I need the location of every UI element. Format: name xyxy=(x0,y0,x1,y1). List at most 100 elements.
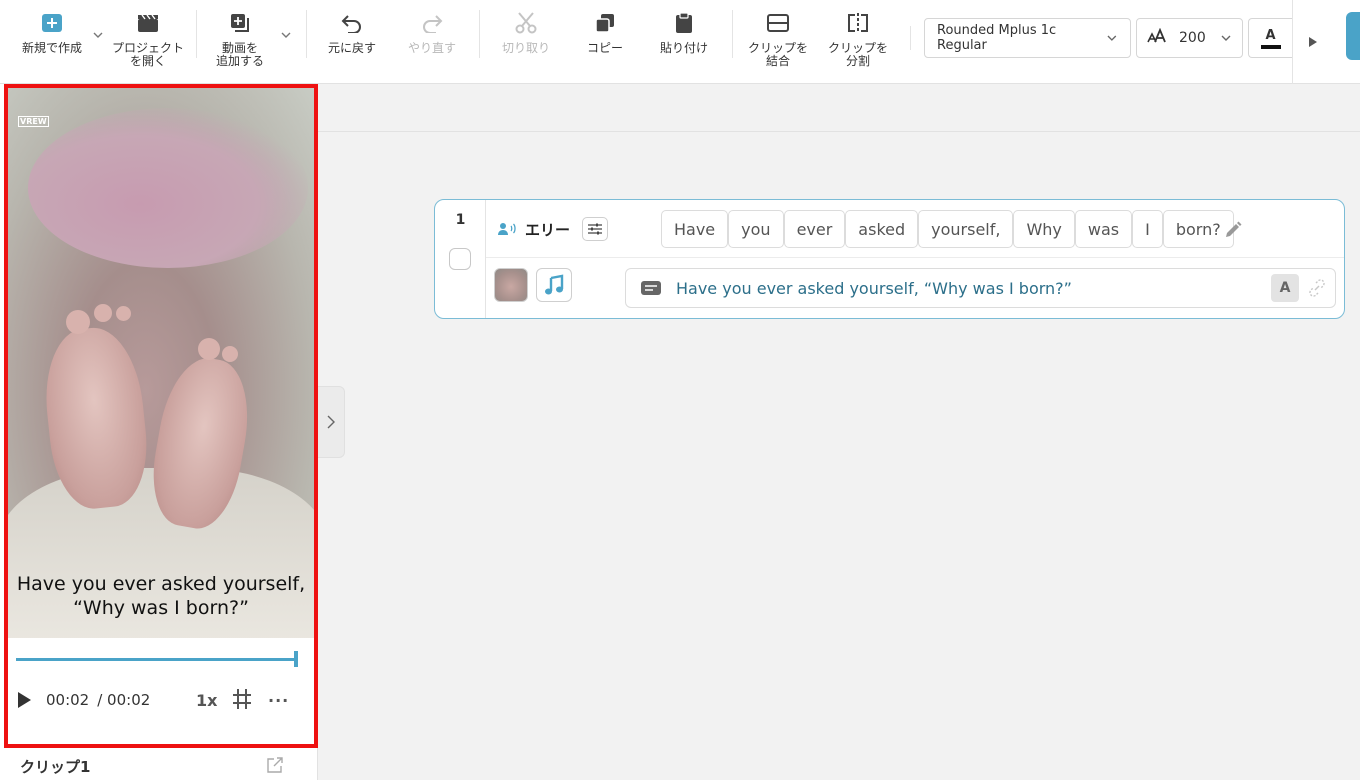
preview-panel: VREW Have you ever asked yourself, “Why … xyxy=(0,84,318,780)
subtitle-style-button[interactable]: A xyxy=(1271,274,1299,302)
undo-label: 元に戻す xyxy=(328,41,377,55)
export-button[interactable] xyxy=(1346,12,1360,60)
copy-button[interactable]: コピー xyxy=(587,10,623,55)
clip-card[interactable]: 1 エリー Have you ever asked yourself, Why … xyxy=(434,199,1345,319)
clip-thumbnail[interactable] xyxy=(494,268,528,302)
new-project-label: 新規で作成 xyxy=(22,41,83,55)
timeline-divider xyxy=(318,131,1360,132)
video-scene-toe xyxy=(222,346,238,362)
split-clip-button[interactable]: クリップを 分割 xyxy=(828,10,888,68)
clip-select-checkbox[interactable] xyxy=(449,248,471,270)
toolbar-divider xyxy=(196,10,197,58)
font-size-icon xyxy=(1147,27,1167,48)
current-time: 00:02 xyxy=(46,691,90,709)
merge-label-2: 結合 xyxy=(766,54,791,68)
new-project-button[interactable]: 新規で作成 xyxy=(22,10,82,55)
split-label-2: 分割 xyxy=(846,54,871,68)
clip-number: 1 xyxy=(455,212,466,228)
clip-index-column: 1 xyxy=(435,200,486,318)
playback-progress-bar[interactable] xyxy=(16,658,298,661)
cut-button[interactable]: 切り取り xyxy=(502,10,550,55)
toolbar-divider xyxy=(306,10,307,58)
total-time: / 00:02 xyxy=(97,691,151,709)
undo-button[interactable]: 元に戻す xyxy=(328,10,376,55)
paste-button[interactable]: 貼り付け xyxy=(660,10,708,55)
merge-clip-button[interactable]: クリップを 結合 xyxy=(748,10,808,68)
copy-label: コピー xyxy=(587,41,624,55)
redo-button[interactable]: やり直す xyxy=(408,10,456,55)
video-preview[interactable]: VREW Have you ever asked yourself, “Why … xyxy=(8,88,314,638)
add-video-button[interactable]: 動画を 追加する xyxy=(216,10,264,68)
word-chip[interactable]: you xyxy=(728,210,784,248)
chevron-down-icon xyxy=(1107,35,1117,41)
speaker-name: エリー xyxy=(525,220,571,239)
external-link-icon[interactable] xyxy=(266,756,284,774)
playback-controls: 00:02 / 00:02 1x ··· xyxy=(16,688,306,712)
voice-settings-button[interactable] xyxy=(582,217,609,241)
word-chip[interactable]: ever xyxy=(783,210,846,248)
toolbar-divider xyxy=(479,10,480,58)
undo-icon xyxy=(339,10,365,36)
font-size-value: 200 xyxy=(1179,30,1206,46)
play-icon[interactable] xyxy=(16,691,32,709)
chevron-right-icon xyxy=(327,415,335,429)
video-subtitle: Have you ever asked yourself, “Why was I… xyxy=(8,572,314,620)
music-button[interactable] xyxy=(536,268,572,302)
redo-icon xyxy=(419,10,445,36)
paste-label: 貼り付け xyxy=(660,41,709,55)
video-scene-hat xyxy=(28,108,308,268)
toolbar-divider xyxy=(732,10,733,58)
playback-speed-button[interactable]: 1x xyxy=(196,691,217,710)
font-family-select[interactable]: Rounded Mplus 1c Regular xyxy=(924,18,1131,58)
split-icon xyxy=(845,10,871,36)
vrew-watermark: VREW xyxy=(18,116,49,127)
grid-icon[interactable] xyxy=(232,688,252,710)
text-color-button[interactable]: A xyxy=(1248,18,1292,58)
merge-icon xyxy=(765,10,791,36)
video-subtitle-line1: Have you ever asked yourself, xyxy=(16,573,306,595)
video-scene-toe xyxy=(116,306,131,321)
word-chip[interactable]: Have xyxy=(661,210,729,248)
chevron-down-icon[interactable] xyxy=(92,30,104,40)
more-options-button[interactable]: ··· xyxy=(268,691,289,710)
video-scene-toe xyxy=(94,304,112,322)
font-size-select[interactable]: 200 xyxy=(1136,18,1243,58)
speaker-selector[interactable]: エリー xyxy=(497,216,609,242)
subtitle-icon xyxy=(641,281,661,295)
word-chip[interactable]: yourself, xyxy=(918,210,1014,248)
add-media-icon xyxy=(227,10,253,36)
link-icon[interactable] xyxy=(1307,278,1327,298)
clip-row-divider xyxy=(486,257,1344,258)
clapperboard-icon xyxy=(135,10,161,36)
toolbar-divider xyxy=(910,26,911,50)
open-project-button[interactable]: プロジェクト を開く xyxy=(112,10,184,68)
collapse-panel-button[interactable] xyxy=(318,386,345,458)
word-chip[interactable]: was xyxy=(1074,210,1133,248)
word-chip[interactable]: asked xyxy=(845,210,919,248)
clipboard-icon xyxy=(671,10,697,36)
clip-title: クリップ1 xyxy=(20,758,91,776)
word-chip[interactable]: Why xyxy=(1013,210,1075,248)
pencil-icon[interactable] xyxy=(1223,220,1243,240)
redo-label: やり直す xyxy=(408,41,457,55)
word-chips: Have you ever asked yourself, Why was I … xyxy=(661,210,1234,248)
cut-label: 切り取り xyxy=(502,41,551,55)
text-color-swatch xyxy=(1260,44,1281,49)
text-color-letter: A xyxy=(1265,27,1276,43)
open-project-label-2: を開く xyxy=(130,54,167,68)
chevron-down-icon[interactable] xyxy=(280,30,292,40)
sliders-icon xyxy=(588,223,603,235)
font-family-value: Rounded Mplus 1c Regular xyxy=(937,23,1057,53)
subtitle-text: Have you ever asked yourself, “Why was I… xyxy=(676,278,1072,298)
playback-progress-handle[interactable] xyxy=(294,651,298,667)
video-subtitle-line2: “Why was I born?” xyxy=(73,597,249,619)
word-chip[interactable]: I xyxy=(1132,210,1163,248)
music-note-icon xyxy=(545,274,564,295)
preview-highlight-frame: VREW Have you ever asked yourself, “Why … xyxy=(4,84,318,748)
add-square-icon xyxy=(39,10,65,36)
video-scene-toe xyxy=(66,310,90,334)
video-scene-toe xyxy=(198,338,220,360)
add-video-label-2: 追加する xyxy=(216,54,265,68)
subtitle-field[interactable]: Have you ever asked yourself, “Why was I… xyxy=(625,268,1336,308)
toolbar-more-button[interactable] xyxy=(1292,0,1332,84)
